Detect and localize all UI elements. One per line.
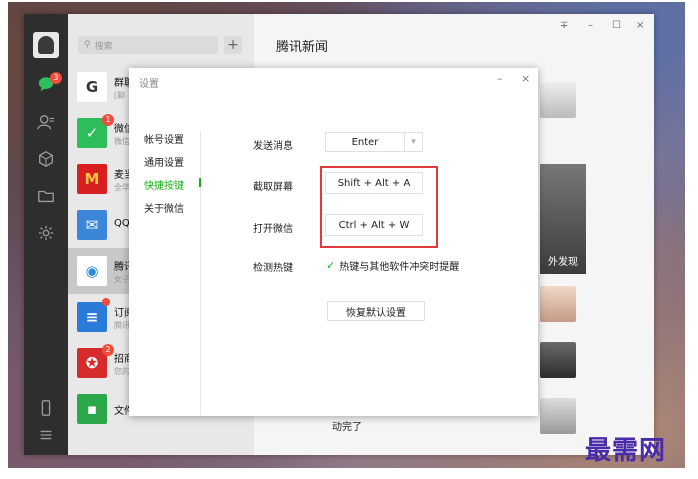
settings-dialog: 设置 – × 帐号设置 通用设置 快捷按键 关于微信 发送消息 Enter ▾ …: [129, 68, 538, 416]
unread-badge: 2: [102, 344, 114, 356]
phone-icon[interactable]: [36, 398, 56, 418]
mail-icon: ✉: [77, 210, 107, 240]
add-chat-button[interactable]: +: [224, 36, 242, 54]
chat-avatar: G: [77, 72, 107, 102]
settings-icon[interactable]: [36, 223, 56, 243]
news-thumbnail[interactable]: [540, 398, 576, 434]
open-wechat-label: 打开微信: [253, 224, 293, 235]
screenshot-hotkey-field[interactable]: Shift + Alt + A: [325, 172, 423, 194]
news-thumbnail[interactable]: [540, 286, 576, 322]
unread-dot: [102, 298, 110, 306]
page-title: 腾讯新闻: [276, 40, 329, 55]
wechat-sidebar: 3: [24, 14, 68, 455]
user-avatar[interactable]: [33, 32, 59, 58]
files-icon[interactable]: [36, 186, 56, 206]
chat-preview: [聊: [114, 91, 126, 100]
news-image-caption: 外发现: [548, 257, 578, 268]
chat-preview: 腾讯: [114, 321, 130, 330]
folder-icon: ▪: [77, 394, 107, 424]
reset-defaults-button[interactable]: 恢复默认设置: [327, 301, 425, 321]
unread-badge: 1: [102, 114, 114, 126]
dialog-close-button[interactable]: ×: [521, 72, 530, 85]
chat-preview: 女子: [114, 275, 130, 284]
nav-account-settings[interactable]: 帐号设置: [144, 131, 184, 146]
nav-active-marker: [199, 178, 201, 187]
dialog-title: 设置: [139, 79, 159, 90]
send-message-label: 发送消息: [253, 141, 293, 152]
nav-divider: [200, 131, 201, 415]
detect-hotkey-label: 检测热键: [253, 263, 293, 274]
send-message-value: Enter: [351, 136, 379, 148]
search-icon: ⚲: [84, 40, 91, 50]
nav-shortcuts[interactable]: 快捷按键: [144, 177, 184, 192]
checkmark-icon: ✓: [326, 259, 336, 272]
chat-name: QQ: [114, 218, 130, 229]
pin-icon[interactable]: ∓: [560, 20, 568, 31]
chat-preview: 全华: [114, 183, 130, 192]
favorites-icon[interactable]: [36, 149, 56, 169]
chevron-down-icon[interactable]: ▾: [404, 133, 422, 151]
chat-unread-badge: 3: [50, 72, 62, 84]
watermark-logo: 最需网: [585, 436, 667, 466]
maximize-button[interactable]: ☐: [612, 20, 621, 31]
chat-preview: 微信: [114, 137, 130, 146]
close-button[interactable]: ×: [636, 20, 644, 31]
search-input[interactable]: ⚲ 搜索: [78, 36, 218, 54]
nav-general-settings[interactable]: 通用设置: [144, 154, 184, 169]
search-placeholder: 搜索: [94, 41, 113, 52]
chat-avatar: ≡: [77, 302, 107, 332]
menu-icon[interactable]: [36, 425, 56, 445]
screenshot-label: 截取屏幕: [253, 182, 293, 193]
news-thumbnail[interactable]: [540, 82, 576, 118]
hotkey-conflict-checkbox[interactable]: ✓ 热键与其他软件冲突时提醒: [326, 258, 459, 273]
open-wechat-hotkey-field[interactable]: Ctrl + Alt + W: [325, 214, 423, 236]
dialog-minimize-button[interactable]: –: [497, 72, 503, 85]
news-thumbnail[interactable]: [540, 342, 576, 378]
contacts-icon[interactable]: [36, 112, 56, 132]
news-headline[interactable]: 动完了: [332, 418, 362, 433]
chat-avatar: ◉: [77, 256, 107, 286]
chat-avatar: M: [77, 164, 107, 194]
send-message-select[interactable]: Enter ▾: [325, 132, 423, 152]
nav-about-wechat[interactable]: 关于微信: [144, 200, 184, 215]
minimize-button[interactable]: –: [588, 20, 593, 31]
chat-preview: 您的: [114, 367, 130, 376]
hotkey-conflict-text: 热键与其他软件冲突时提醒: [339, 262, 460, 273]
